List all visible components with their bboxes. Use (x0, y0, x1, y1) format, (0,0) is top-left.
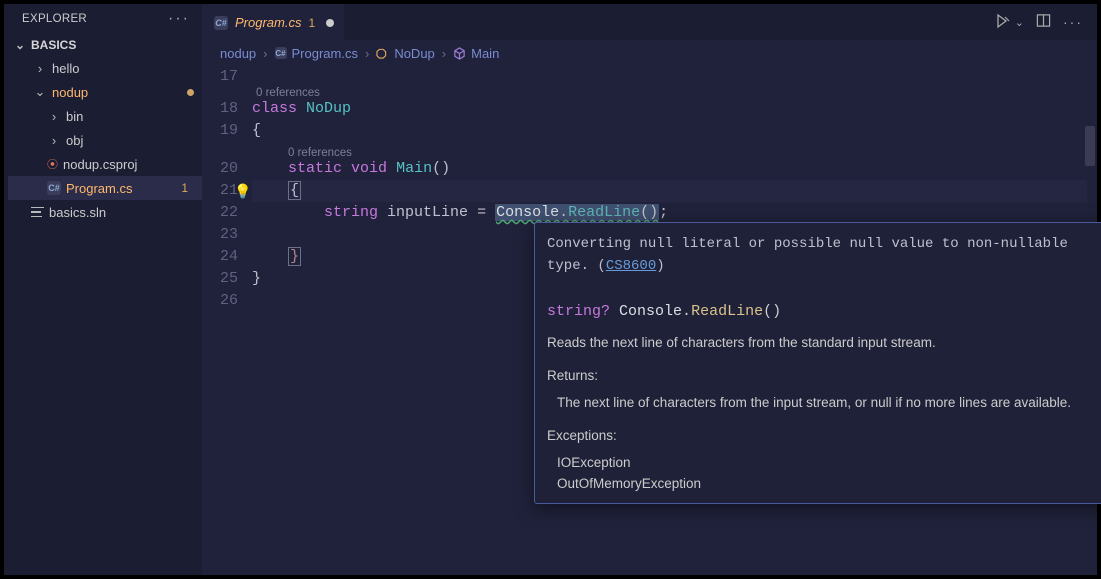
dirty-dot-icon (326, 19, 334, 27)
app-root: EXPLORER ··· ⌄ BASICS › hello ⌄ nodup › (4, 4, 1097, 575)
explorer-title: EXPLORER (22, 13, 87, 25)
tab-bar: C# Program.cs 1 ⌄ ··· (202, 4, 1097, 40)
line-number-gutter: 17 18 19 20 21 22 23 24 25 26 (202, 66, 252, 575)
chevron-right-icon: › (33, 61, 47, 76)
tree-folder-obj[interactable]: › obj (8, 128, 202, 152)
tab-program-cs[interactable]: C# Program.cs 1 (202, 4, 344, 40)
workspace-name: BASICS (31, 38, 76, 52)
csharp-file-icon: C# (47, 181, 61, 195)
csharp-file-icon: C# (275, 47, 287, 59)
workspace-section[interactable]: ⌄ BASICS (4, 36, 202, 56)
tree-label: basics.sln (49, 205, 194, 220)
modified-dot-icon (187, 89, 194, 96)
chevron-right-icon: › (365, 46, 369, 61)
breadcrumb-item[interactable]: nodup (220, 46, 256, 61)
tree-file-csproj[interactable]: ⦿ nodup.csproj (8, 152, 202, 176)
breadcrumb-item[interactable]: NoDup (376, 46, 434, 61)
codelens[interactable]: 0 references (252, 142, 1087, 158)
more-actions-icon[interactable]: ··· (1063, 14, 1083, 30)
tree-folder-hello[interactable]: › hello (8, 56, 202, 80)
file-tree: › hello ⌄ nodup › bin › obj ⦿ (4, 56, 202, 224)
diagnostic-code-link[interactable]: CS8600 (606, 258, 656, 274)
chevron-down-icon: ⌄ (13, 38, 27, 52)
chevron-down-icon: ⌄ (33, 84, 47, 100)
vertical-scrollbar[interactable] (1085, 126, 1095, 166)
tree-folder-bin[interactable]: › bin (8, 104, 202, 128)
split-editor-icon[interactable] (1036, 13, 1051, 31)
tree-label: Program.cs (66, 181, 176, 196)
tree-file-program-cs[interactable]: C# Program.cs 1 (8, 176, 202, 200)
problems-badge: 1 (181, 181, 194, 195)
method-icon (453, 47, 466, 60)
explorer-header: EXPLORER ··· (4, 4, 202, 36)
tree-label: obj (66, 133, 194, 148)
code-editor[interactable]: 17 18 19 20 21 22 23 24 25 26 0 referenc… (202, 66, 1097, 575)
tab-problems-count: 1 (308, 16, 315, 30)
chevron-down-icon[interactable]: ⌄ (1015, 16, 1024, 29)
tree-label: hello (52, 61, 194, 76)
hover-documentation: Reads the next line of characters from t… (547, 333, 1101, 495)
csproj-icon: ⦿ (47, 156, 58, 172)
tree-label: nodup (52, 85, 182, 100)
tree-label: nodup.csproj (63, 157, 194, 172)
editor-area: C# Program.cs 1 ⌄ ··· nodup › C# (202, 4, 1097, 575)
chevron-right-icon: › (442, 46, 446, 61)
breadcrumb-item[interactable]: C# Program.cs (275, 46, 358, 61)
run-debug-icon[interactable] (995, 13, 1011, 32)
chevron-right-icon: › (47, 109, 61, 124)
solution-file-icon (31, 206, 44, 219)
breadcrumb-item[interactable]: Main (453, 46, 499, 61)
explorer-sidebar: EXPLORER ··· ⌄ BASICS › hello ⌄ nodup › (4, 4, 202, 575)
editor-actions: ⌄ ··· (995, 13, 1097, 32)
diagnostic-message: Converting null literal or possible null… (547, 233, 1101, 277)
code-content[interactable]: 0 references class NoDup { 0 references … (252, 66, 1097, 575)
tab-label: Program.cs (235, 15, 301, 30)
chevron-right-icon: › (263, 46, 267, 61)
explorer-more-icon[interactable]: ··· (168, 10, 190, 28)
breadcrumb[interactable]: nodup › C# Program.cs › NoDup › Main (202, 40, 1097, 66)
tree-label: bin (66, 109, 194, 124)
chevron-right-icon: › (47, 133, 61, 148)
hover-signature: string? Console.ReadLine() (547, 301, 1101, 323)
tree-folder-nodup[interactable]: ⌄ nodup (8, 80, 202, 104)
csharp-file-icon: C# (214, 16, 228, 30)
codelens[interactable]: 0 references (252, 82, 1087, 98)
class-icon (376, 47, 389, 60)
hover-tooltip: Converting null literal or possible null… (534, 222, 1101, 504)
tree-file-sln[interactable]: basics.sln (8, 200, 202, 224)
lightbulb-icon[interactable]: 💡 (234, 182, 251, 204)
